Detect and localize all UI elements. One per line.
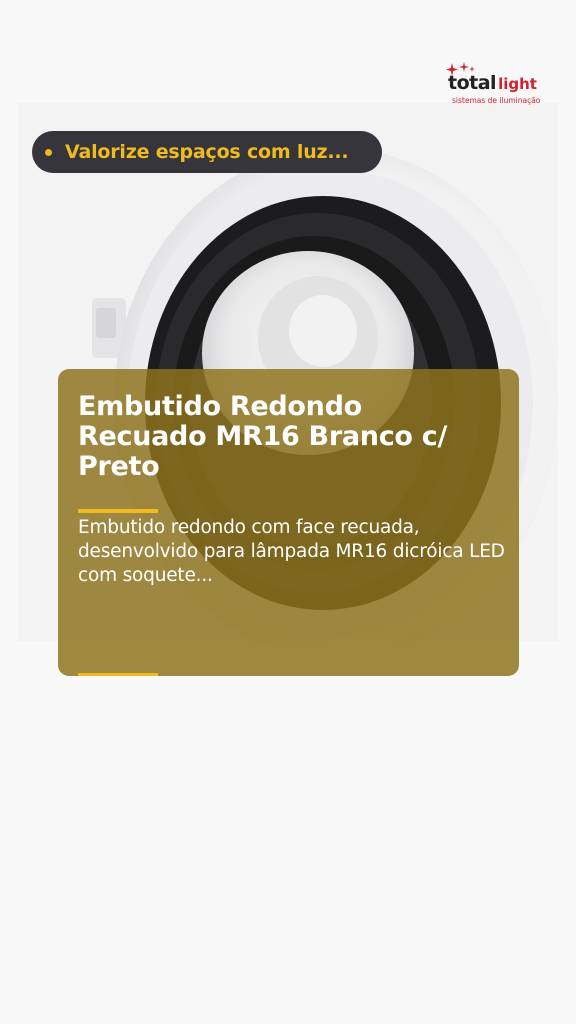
brand-name-part1: total <box>448 72 497 94</box>
product-description: Embutido redondo com face recuada, desen… <box>78 517 505 586</box>
brand-wordmark: total light <box>448 74 537 93</box>
tagline-banner: Valorize espaços com luz... <box>32 131 382 173</box>
bullet-dot-icon <box>45 148 52 156</box>
brand-name-part2: light <box>498 75 537 93</box>
banner-text: Valorize espaços com luz... <box>65 141 349 163</box>
brand-tagline: sistemas de iluminação <box>452 96 541 105</box>
product-info-card: Embutido Redondo Recuado MR16 Branco c/ … <box>58 369 519 676</box>
accent-divider <box>78 509 158 513</box>
brand-logo: total light sistemas de iluminação <box>440 62 550 108</box>
product-title: Embutido Redondo Recuado MR16 Branco c/ … <box>78 391 448 482</box>
bottom-accent-divider <box>78 673 158 676</box>
